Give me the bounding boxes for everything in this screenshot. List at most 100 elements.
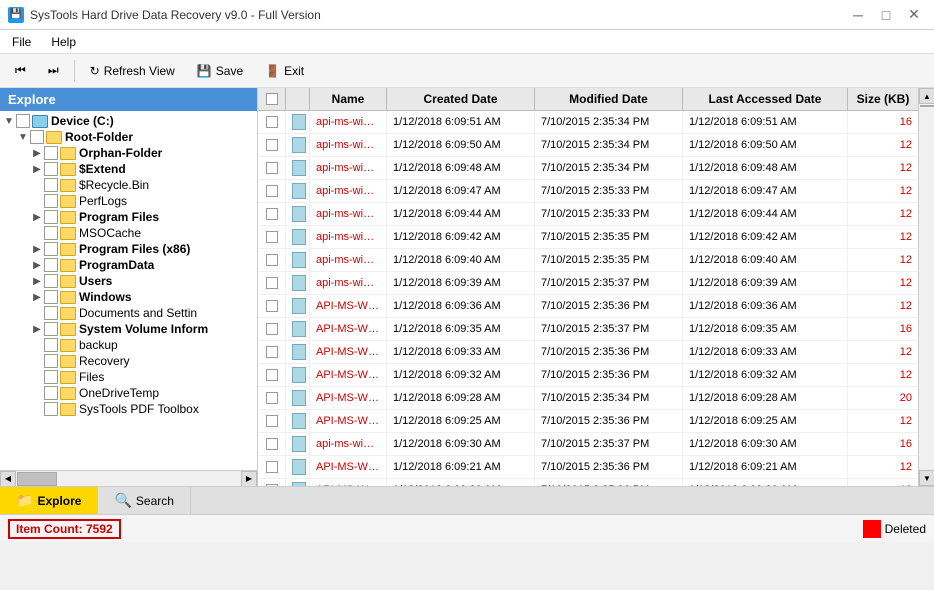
header-size[interactable]: Size (KB) [848, 88, 918, 110]
tree-item-orphan[interactable]: ▶ Orphan-Folder [0, 145, 257, 161]
tree-checkbox[interactable] [44, 322, 58, 336]
tree-checkbox[interactable] [44, 226, 58, 240]
row-checkbox-cell[interactable] [258, 318, 286, 340]
scroll-left-arrow[interactable]: ◀ [0, 471, 16, 487]
scroll-down-arrow[interactable]: ▼ [919, 470, 934, 486]
tree-checkbox[interactable] [44, 354, 58, 368]
row-checkbox-cell[interactable] [258, 226, 286, 248]
row-checkbox-cell[interactable] [258, 364, 286, 386]
header-accessed[interactable]: Last Accessed Date [683, 88, 848, 110]
table-row[interactable]: API-MS-Win-Security-... 1/12/2018 6:09:3… [258, 341, 918, 364]
row-name[interactable]: api-ms-win-service-pri... [310, 134, 387, 156]
header-created[interactable]: Created Date [387, 88, 535, 110]
row-checkbox-cell[interactable] [258, 479, 286, 486]
tree-item-programfiles[interactable]: ▶ Program Files [0, 209, 257, 225]
table-row[interactable]: api-ms-win-service-ma... 1/12/2018 6:09:… [258, 203, 918, 226]
refresh-view-button[interactable]: ↻ Refresh View [81, 60, 184, 82]
tree-checkbox[interactable] [44, 402, 58, 416]
tree-item-msocache[interactable]: ▶ MSOCache [0, 225, 257, 241]
table-row[interactable]: API-MS-Win-Security-... 1/12/2018 6:09:3… [258, 364, 918, 387]
row-name[interactable]: API-MS-Win-security-l... [310, 295, 387, 317]
table-row[interactable]: API-MS-Win-Eventing-... 1/12/2018 6:09:2… [258, 479, 918, 486]
row-name[interactable]: api-ms-win-service-pri... [310, 157, 387, 179]
tree-checkbox[interactable] [44, 194, 58, 208]
horizontal-scrollbar[interactable]: ◀ ▶ [0, 470, 257, 486]
expand-icon[interactable]: ▶ [30, 148, 44, 159]
tree-item-programdata[interactable]: ▶ ProgramData [0, 257, 257, 273]
expand-icon[interactable]: ▼ [2, 116, 16, 127]
row-checkbox[interactable] [266, 484, 278, 486]
table-row[interactable]: api-ms-win-security-s... 1/12/2018 6:09:… [258, 272, 918, 295]
save-button[interactable]: 💾 Save [188, 60, 252, 82]
row-checkbox[interactable] [266, 461, 278, 473]
scroll-up-arrow[interactable]: ▲ [919, 88, 934, 104]
tree-item-recycle[interactable]: ▶ $Recycle.Bin [0, 177, 257, 193]
expand-icon[interactable]: ▶ [30, 260, 44, 271]
row-name[interactable]: api-ms-win-service-wi... [310, 111, 387, 133]
row-checkbox-cell[interactable] [258, 180, 286, 202]
row-name[interactable]: api-ms-win-service-ma... [310, 180, 387, 202]
menu-file[interactable]: File [4, 33, 39, 51]
scroll-right-arrow[interactable]: ▶ [241, 471, 257, 487]
table-row[interactable]: api-ms-win-service-pri... 1/12/2018 6:09… [258, 134, 918, 157]
tree-checkbox[interactable] [44, 210, 58, 224]
row-checkbox[interactable] [266, 139, 278, 151]
row-checkbox-cell[interactable] [258, 157, 286, 179]
row-checkbox[interactable] [266, 231, 278, 243]
row-checkbox[interactable] [266, 300, 278, 312]
row-name[interactable]: API-MS-Win-Security-l... [310, 318, 387, 340]
row-checkbox-cell[interactable] [258, 111, 286, 133]
tree-item-recovery[interactable]: ▶ Recovery [0, 353, 257, 369]
close-button[interactable]: ✕ [902, 5, 926, 25]
minimize-button[interactable]: ─ [846, 5, 870, 25]
tree-checkbox[interactable] [44, 274, 58, 288]
row-checkbox[interactable] [266, 323, 278, 335]
row-checkbox-cell[interactable] [258, 456, 286, 478]
tree-checkbox[interactable] [44, 370, 58, 384]
table-row[interactable]: api-ms-win-service-wi... 1/12/2018 6:09:… [258, 111, 918, 134]
table-row[interactable]: api-ms-win-service-co... 1/12/2018 6:09:… [258, 249, 918, 272]
header-name[interactable]: Name [310, 88, 387, 110]
row-checkbox[interactable] [266, 392, 278, 404]
tree-item-onedrivetemp[interactable]: ▶ OneDriveTemp [0, 385, 257, 401]
row-checkbox-cell[interactable] [258, 387, 286, 409]
row-checkbox-cell[interactable] [258, 341, 286, 363]
exit-button[interactable]: 🚪 Exit [256, 60, 313, 82]
scroll-thumb[interactable] [17, 472, 57, 486]
expand-icon[interactable]: ▶ [30, 164, 44, 175]
tab-explore[interactable]: 📁 Explore [0, 487, 98, 514]
row-checkbox-cell[interactable] [258, 410, 286, 432]
row-checkbox[interactable] [266, 369, 278, 381]
nav-forward-button[interactable]: ⏭ [39, 59, 68, 82]
tree-area[interactable]: ▼ Device (C:) ▼ Root-Folder ▶ Orphan-Fol… [0, 111, 257, 470]
table-row[interactable]: API-MS-Win-Eventing-... 1/12/2018 6:09:2… [258, 456, 918, 479]
tree-checkbox[interactable] [44, 178, 58, 192]
row-checkbox[interactable] [266, 415, 278, 427]
tree-item-extend[interactable]: ▶ $Extend [0, 161, 257, 177]
row-name[interactable]: API-MS-Win-Security-... [310, 364, 387, 386]
tree-checkbox[interactable] [44, 258, 58, 272]
header-checkbox-cell[interactable] [258, 88, 286, 110]
row-checkbox[interactable] [266, 346, 278, 358]
row-checkbox-cell[interactable] [258, 295, 286, 317]
tree-checkbox[interactable] [44, 162, 58, 176]
nav-back-button[interactable]: ⏮ [6, 59, 35, 82]
tree-item-sysvolinfo[interactable]: ▶ System Volume Inform [0, 321, 257, 337]
row-checkbox[interactable] [266, 254, 278, 266]
menu-help[interactable]: Help [43, 33, 84, 51]
row-checkbox-cell[interactable] [258, 249, 286, 271]
row-checkbox-cell[interactable] [258, 134, 286, 156]
table-row[interactable]: api-ms-win-service-co... 1/12/2018 6:09:… [258, 226, 918, 249]
tree-checkbox[interactable] [44, 242, 58, 256]
row-name[interactable]: API-MS-Win-Eventing-... [310, 479, 387, 486]
tree-item-device[interactable]: ▼ Device (C:) [0, 113, 257, 129]
tree-checkbox[interactable] [30, 130, 44, 144]
row-checkbox[interactable] [266, 116, 278, 128]
row-name[interactable]: api-ms-win-service-co... [310, 249, 387, 271]
expand-icon[interactable]: ▶ [30, 244, 44, 255]
tree-checkbox[interactable] [44, 338, 58, 352]
tree-item-users[interactable]: ▶ Users [0, 273, 257, 289]
row-name[interactable]: api-ms-win-security-cr... [310, 433, 387, 455]
table-row[interactable]: api-ms-win-service-ma... 1/12/2018 6:09:… [258, 180, 918, 203]
expand-icon[interactable]: ▶ [30, 324, 44, 335]
